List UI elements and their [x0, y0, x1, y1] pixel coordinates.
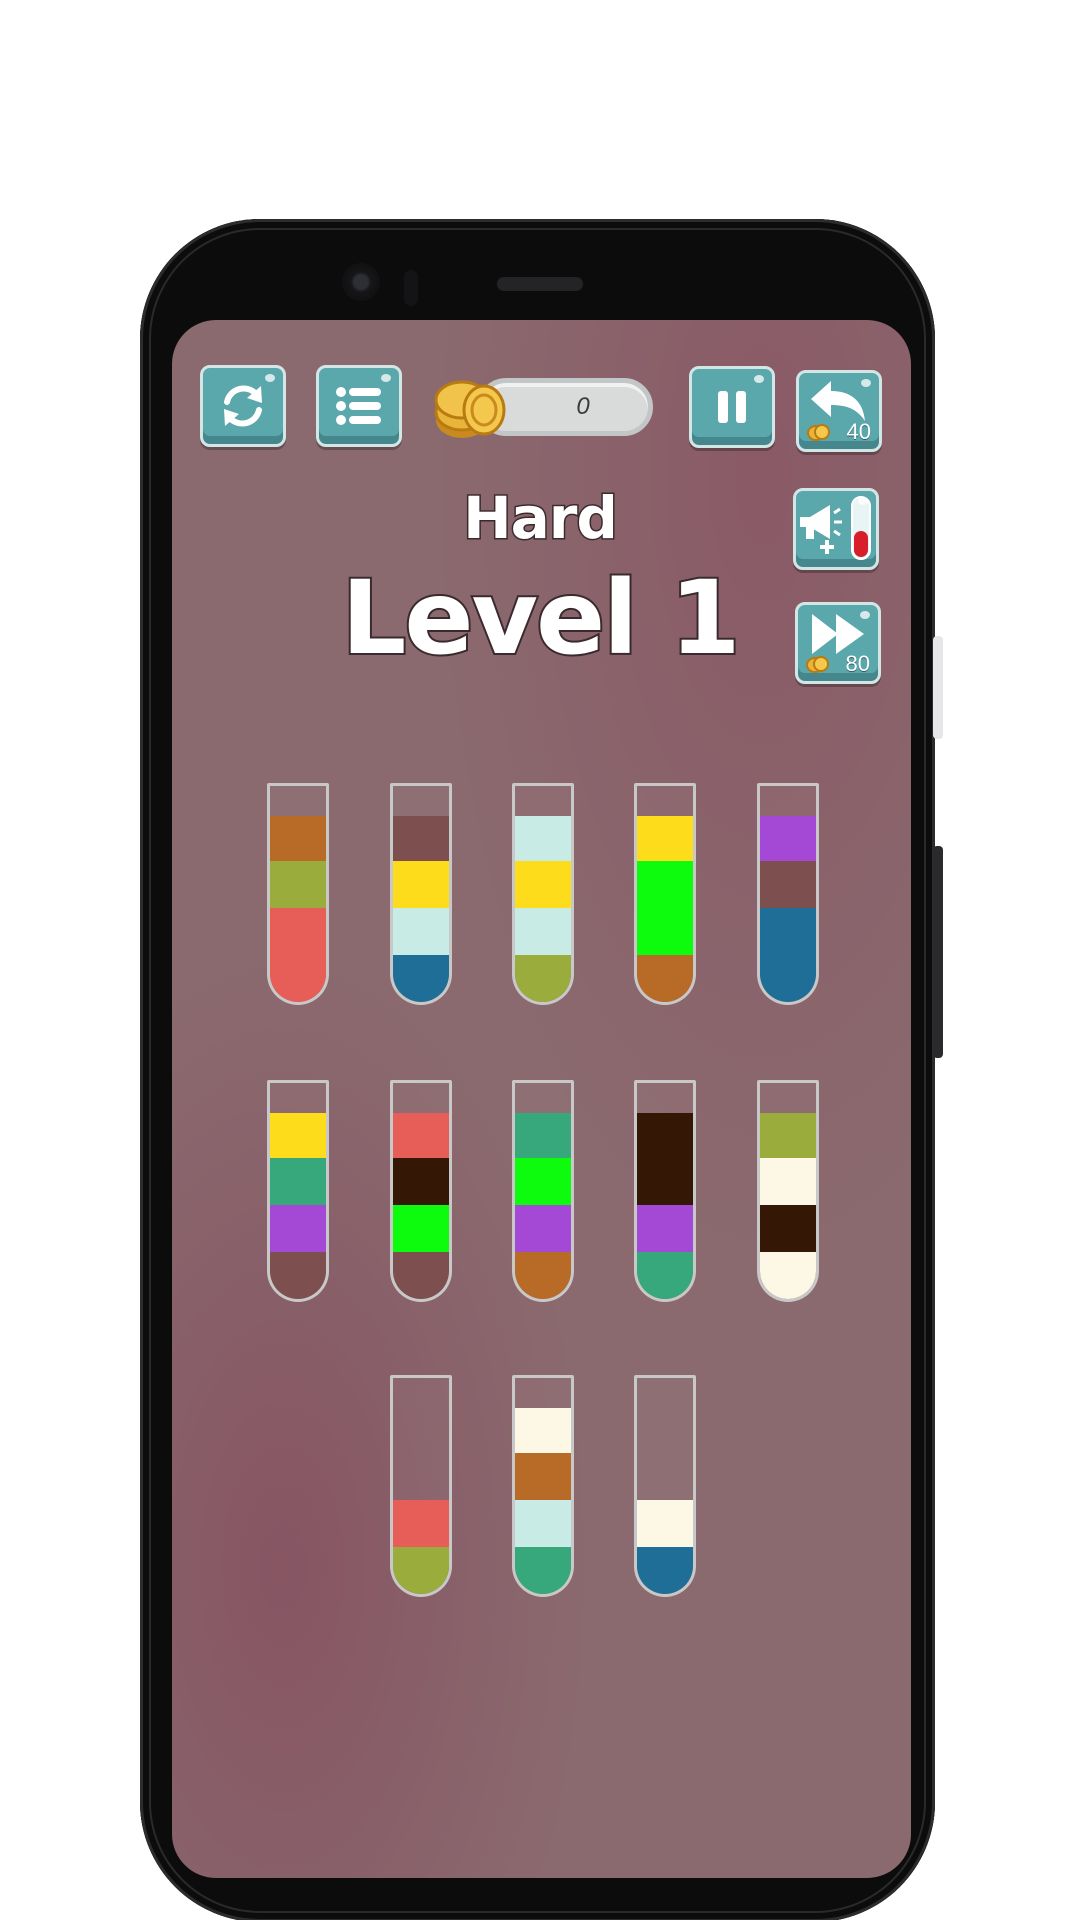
- button-shine: [265, 374, 275, 382]
- front-camera: [345, 266, 377, 298]
- liquid-layer-darkbrown: [393, 1158, 449, 1205]
- liquid-layer-teal: [515, 1547, 571, 1594]
- phone-power-button: [933, 846, 943, 1058]
- liquid-layer-cream: [637, 1500, 693, 1547]
- tube-liquid: [393, 1113, 449, 1299]
- liquid-layer-darkbrown: [637, 1158, 693, 1205]
- pause-button[interactable]: [689, 366, 775, 448]
- liquid-layer-cream: [760, 1158, 816, 1205]
- tube-liquid: [637, 1408, 693, 1594]
- tube-liquid: [393, 1408, 449, 1594]
- tube[interactable]: [634, 783, 696, 1005]
- liquid-layer-brown: [270, 816, 326, 861]
- tube-liquid: [515, 816, 571, 1002]
- tube-liquid: [760, 1113, 816, 1299]
- liquid-layer-green: [637, 861, 693, 908]
- liquid-layer-green: [515, 1158, 571, 1205]
- button-shine: [754, 375, 764, 383]
- tube[interactable]: [757, 1080, 819, 1302]
- level-list-button[interactable]: [316, 365, 402, 447]
- liquid-layer-green: [637, 908, 693, 955]
- liquid-layer-yellow: [515, 861, 571, 908]
- liquid-layer-teal: [637, 1252, 693, 1299]
- liquid-layer-olive: [760, 1113, 816, 1158]
- coin-stack-icon: [434, 380, 506, 438]
- liquid-layer-brown: [637, 955, 693, 1002]
- list-menu-icon: [336, 387, 381, 425]
- earpiece-speaker: [497, 277, 583, 291]
- tube-liquid: [637, 1113, 693, 1299]
- liquid-layer-yellow: [637, 816, 693, 861]
- tube-liquid: [760, 816, 816, 1002]
- liquid-layer-mauve: [393, 816, 449, 861]
- liquid-layer-purple: [270, 1205, 326, 1252]
- liquid-layer-purple: [760, 816, 816, 861]
- tube-liquid: [515, 1113, 571, 1299]
- liquid-layer-brown: [515, 1453, 571, 1500]
- liquid-layer-cream: [760, 1252, 816, 1299]
- liquid-layer-mauve: [393, 1252, 449, 1299]
- liquid-layer-mint: [393, 908, 449, 955]
- liquid-layer-blue: [760, 955, 816, 1002]
- tube[interactable]: [267, 783, 329, 1005]
- level-title: Level 1: [339, 557, 742, 680]
- tube[interactable]: [390, 1375, 452, 1597]
- tube-liquid: [637, 816, 693, 1002]
- liquid-layer-olive: [270, 861, 326, 908]
- tube[interactable]: [390, 1080, 452, 1302]
- liquid-layer-olive: [393, 1547, 449, 1594]
- difficulty-label: Hard: [462, 483, 620, 554]
- tube[interactable]: [512, 783, 574, 1005]
- liquid-layer-purple: [637, 1205, 693, 1252]
- liquid-layer-brown: [515, 1252, 571, 1299]
- tube-liquid: [515, 1408, 571, 1594]
- liquid-layer-cream: [515, 1408, 571, 1453]
- tube[interactable]: [512, 1080, 574, 1302]
- tube-liquid: [270, 1113, 326, 1299]
- liquid-layer-teal: [515, 1113, 571, 1158]
- liquid-layer-olive: [515, 955, 571, 1002]
- liquid-layer-darkbrown: [637, 1113, 693, 1158]
- liquid-layer-mint: [515, 1500, 571, 1547]
- tube[interactable]: [267, 1080, 329, 1302]
- button-shine: [861, 379, 871, 387]
- liquid-layer-mint: [515, 908, 571, 955]
- liquid-layer-red: [270, 955, 326, 1002]
- liquid-layer-mint: [515, 816, 571, 861]
- undo-button[interactable]: 40: [796, 370, 882, 452]
- tube-liquid: [393, 816, 449, 1002]
- restart-icon: [224, 385, 262, 427]
- tube-liquid: [270, 816, 326, 1002]
- tube[interactable]: [634, 1375, 696, 1597]
- liquid-layer-teal: [270, 1158, 326, 1205]
- pause-icon: [718, 391, 746, 423]
- liquid-layer-green: [393, 1205, 449, 1252]
- liquid-layer-darkbrown: [760, 1205, 816, 1252]
- tube[interactable]: [390, 783, 452, 1005]
- restart-button[interactable]: [200, 365, 286, 447]
- liquid-layer-mauve: [760, 861, 816, 908]
- undo-cost: 40: [846, 419, 871, 444]
- liquid-layer-blue: [760, 908, 816, 955]
- liquid-layer-red: [393, 1500, 449, 1547]
- proximity-sensor: [404, 270, 418, 306]
- liquid-layer-yellow: [270, 1113, 326, 1158]
- liquid-layer-yellow: [393, 861, 449, 908]
- liquid-layer-purple: [515, 1205, 571, 1252]
- tube[interactable]: [512, 1375, 574, 1597]
- tube[interactable]: [634, 1080, 696, 1302]
- liquid-layer-red: [270, 908, 326, 955]
- liquid-layer-red: [393, 1113, 449, 1158]
- button-shine: [381, 374, 391, 382]
- liquid-layer-blue: [637, 1547, 693, 1594]
- liquid-layer-blue: [393, 955, 449, 1002]
- coin-icon: [807, 424, 830, 441]
- liquid-layer-mauve: [270, 1252, 326, 1299]
- tube[interactable]: [757, 783, 819, 1005]
